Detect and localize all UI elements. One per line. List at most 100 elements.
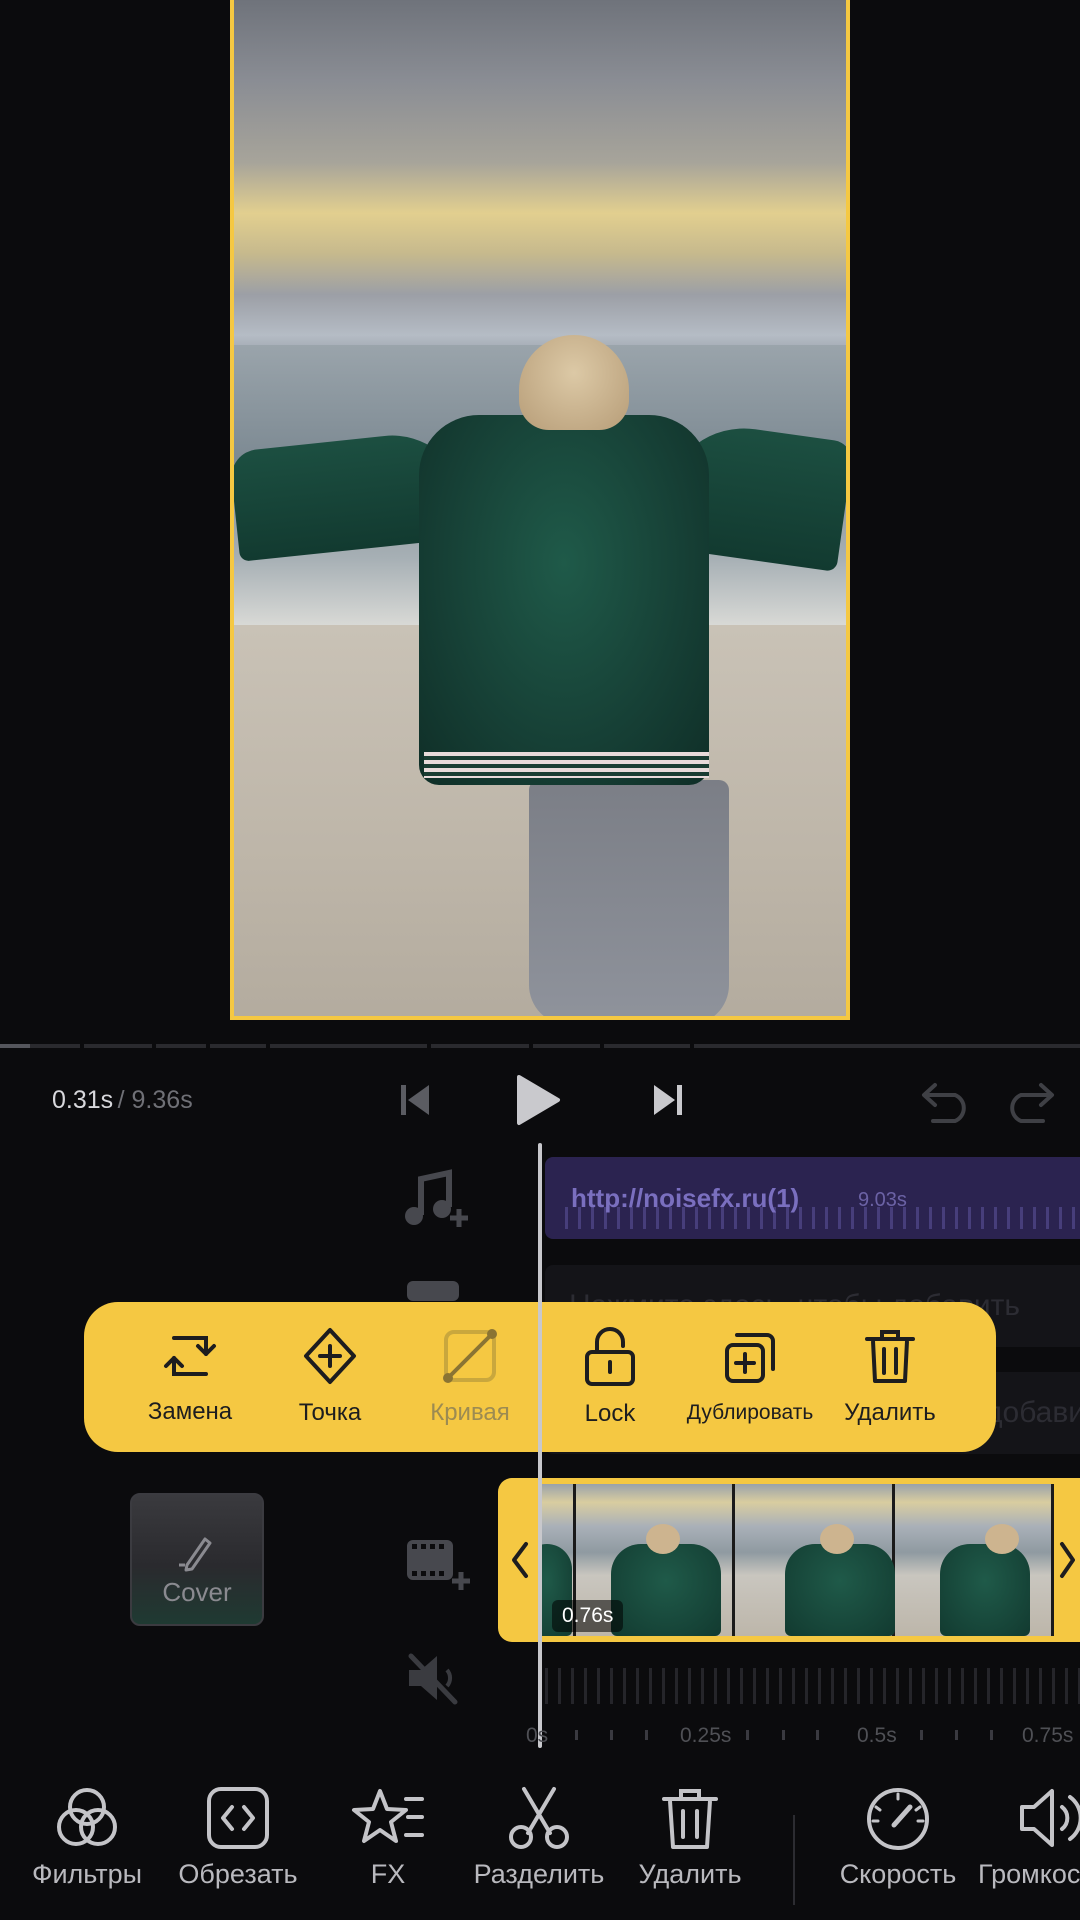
keyframe-icon: [304, 1328, 356, 1384]
time-separator: /: [117, 1086, 125, 1114]
volume-button[interactable]: Громкость: [978, 1785, 1080, 1890]
playback-scrubber[interactable]: [0, 1044, 1080, 1048]
audio-clip[interactable]: http://noisefx.ru(1) 9.03s: [545, 1157, 1080, 1239]
keyframe-button[interactable]: Точка: [260, 1327, 400, 1427]
add-video-icon: [407, 1540, 470, 1590]
curve-label: Кривая: [430, 1399, 510, 1426]
add-music-button[interactable]: [400, 1168, 474, 1232]
clip-thumbnail: [894, 1484, 1054, 1636]
audio-clip-duration: 9.03s: [858, 1189, 907, 1211]
speed-button[interactable]: Скорость: [828, 1785, 968, 1890]
text-track-hint-secondary: добави: [985, 1396, 1080, 1429]
audio-clip-label: http://noisefx.ru(1): [571, 1183, 800, 1213]
scrubber-clip-marker: [529, 1040, 533, 1050]
lock-button[interactable]: Lock: [540, 1326, 680, 1428]
scrubber-clip-marker: [266, 1040, 270, 1050]
lock-label: Lock: [584, 1400, 636, 1427]
scrubber-clip-marker: [206, 1040, 210, 1050]
fx-button[interactable]: FX: [328, 1785, 448, 1890]
video-preview-frame[interactable]: [230, 0, 850, 1020]
playback-scrubber-progress: [0, 1044, 30, 1048]
redo-button[interactable]: [1002, 1076, 1058, 1124]
preview-pants: [529, 780, 729, 1016]
unlock-icon: [585, 1327, 635, 1386]
filters-icon: [57, 1788, 117, 1846]
clip-duration-badge: 0.76s: [552, 1600, 624, 1632]
duplicate-button[interactable]: Дублировать: [680, 1329, 820, 1425]
skip-forward-icon: [654, 1085, 682, 1115]
add-video-button[interactable]: [402, 1530, 474, 1594]
video-preview-area: [0, 0, 1080, 1040]
bottom-toolbar: Фильтры Обрезать FX Разделить Удалить Ск…: [0, 1785, 1080, 1920]
skip-forward-button[interactable]: [648, 1078, 688, 1122]
replace-button[interactable]: Замена: [120, 1328, 260, 1426]
scrubber-clip-marker: [427, 1040, 431, 1050]
add-text-button[interactable]: [403, 1280, 463, 1302]
ruler-label: 0.5s: [857, 1724, 897, 1747]
time-readout: 0.31s / 9.36s: [52, 1086, 193, 1115]
scrubber-clip-marker: [690, 1040, 694, 1050]
play-button[interactable]: [512, 1072, 564, 1128]
duplicate-label: Дублировать: [686, 1401, 814, 1424]
undo-icon: [922, 1083, 966, 1123]
fx-label: FX: [370, 1859, 406, 1889]
speed-label: Скорость: [839, 1859, 957, 1889]
duplicate-icon: [725, 1333, 775, 1383]
scrubber-clip-marker: [600, 1040, 604, 1050]
split-button[interactable]: Разделить: [464, 1785, 614, 1890]
total-time: 9.36s: [131, 1086, 193, 1114]
ruler-tick: [990, 1730, 993, 1740]
keyframe-label: Точка: [298, 1399, 362, 1426]
ruler-tick: [782, 1730, 785, 1740]
add-text-icon: [407, 1281, 459, 1301]
current-time: 0.31s: [52, 1086, 114, 1114]
original-audio-waveform: [545, 1668, 1080, 1704]
toolbar-divider: [793, 1815, 795, 1905]
ruler-tick: [816, 1730, 819, 1740]
pencil-icon: [179, 1537, 212, 1572]
split-label: Разделить: [473, 1859, 605, 1889]
delete-clip-button[interactable]: Удалить: [820, 1327, 960, 1427]
curve-icon: [443, 1329, 497, 1383]
replace-icon: [164, 1336, 216, 1376]
replace-label: Замена: [147, 1398, 233, 1425]
cover-button[interactable]: Cover: [130, 1493, 264, 1626]
muted-speaker-icon: [408, 1653, 458, 1705]
speed-icon: [867, 1788, 929, 1850]
volume-icon: [1020, 1789, 1080, 1847]
add-music-icon: [405, 1169, 468, 1227]
ruler-label: 0.25s: [680, 1724, 732, 1747]
filters-button[interactable]: Фильтры: [22, 1785, 152, 1890]
cover-label: Cover: [162, 1577, 232, 1607]
skip-back-icon: [401, 1085, 429, 1115]
fx-icon: [352, 1789, 424, 1843]
preview-jacket: [419, 415, 709, 785]
scrubber-clip-marker: [152, 1040, 156, 1050]
delete-clip-label: Удалить: [844, 1399, 936, 1426]
delete-label: Удалить: [638, 1859, 742, 1889]
trim-icon: [207, 1787, 269, 1849]
ruler-tick: [610, 1730, 613, 1740]
curve-button[interactable]: Кривая: [400, 1327, 540, 1427]
filters-label: Фильтры: [31, 1859, 143, 1889]
ruler-tick: [746, 1730, 749, 1740]
delete-button[interactable]: Удалить: [620, 1785, 760, 1890]
ruler-label: 0.75s: [1022, 1724, 1074, 1747]
trim-button[interactable]: Обрезать: [168, 1785, 308, 1890]
undo-button[interactable]: [918, 1076, 974, 1124]
chevron-right-icon: [1060, 1542, 1075, 1578]
clip-trim-handle-left[interactable]: [498, 1478, 542, 1642]
redo-icon: [1010, 1083, 1054, 1123]
skip-back-button[interactable]: [395, 1078, 435, 1122]
chevron-left-icon: [512, 1542, 528, 1578]
scissors-icon: [509, 1787, 569, 1849]
timeline-playhead[interactable]: [538, 1143, 542, 1748]
clip-trim-handle-right[interactable]: [1054, 1478, 1080, 1642]
clip-thumbnail: [735, 1484, 896, 1636]
volume-label: Громкость: [978, 1859, 1080, 1889]
mute-original-audio-button[interactable]: [400, 1648, 470, 1708]
ruler-tick: [920, 1730, 923, 1740]
ruler-tick: [645, 1730, 648, 1740]
ruler-label: 0s: [526, 1724, 549, 1747]
scrubber-clip-marker: [80, 1040, 84, 1050]
